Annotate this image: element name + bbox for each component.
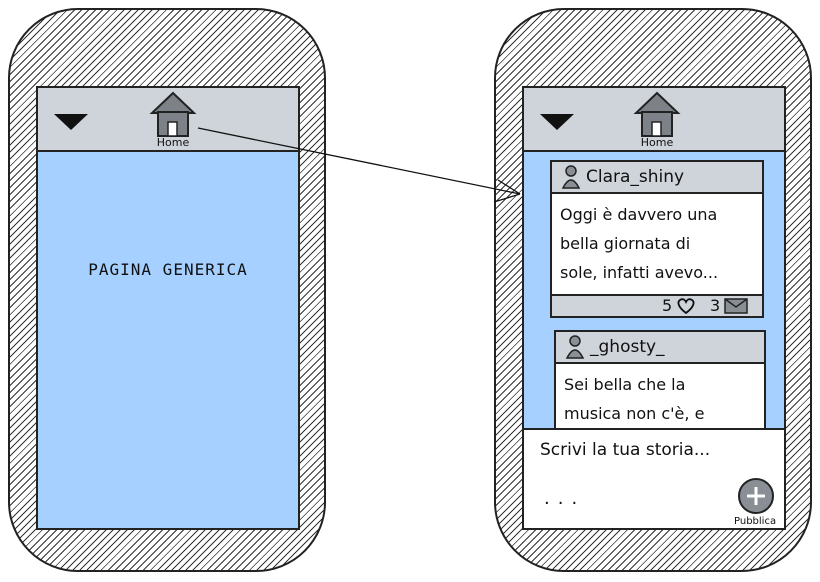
like-count: 5 bbox=[662, 296, 673, 315]
user-icon bbox=[561, 165, 581, 189]
post-text-line: musica non c'è, e bbox=[564, 404, 705, 423]
home-icon bbox=[633, 91, 681, 137]
dropdown-triangle-icon[interactable] bbox=[540, 114, 574, 130]
post-text-line: sole, infatti avevo... bbox=[560, 263, 719, 282]
publish-button[interactable] bbox=[738, 478, 774, 514]
right-phone-screen: Home Clara_shiny Oggi è davvero una bell… bbox=[522, 86, 786, 530]
user-icon bbox=[565, 335, 585, 359]
envelope-icon[interactable] bbox=[724, 297, 748, 315]
post-text-line: Oggi è davvero una bbox=[560, 205, 718, 224]
home-label: Home bbox=[640, 136, 674, 149]
post-header: _ghosty_ bbox=[556, 332, 764, 364]
left-phone-screen: Home PAGINA GENERICA bbox=[36, 86, 300, 530]
home-icon bbox=[149, 91, 197, 137]
post-footer: 5 3 bbox=[552, 294, 762, 316]
home-button[interactable]: Home bbox=[148, 90, 198, 152]
post-text: Sei bella che la musica non c'è, e bbox=[564, 370, 758, 428]
post-username[interactable]: _ghosty_ bbox=[590, 337, 665, 357]
generic-page-text: PAGINA GENERICA bbox=[88, 260, 248, 279]
left-top-bar: Home bbox=[38, 88, 298, 152]
post-header: Clara_shiny bbox=[552, 162, 762, 194]
comment-count: 3 bbox=[710, 296, 721, 315]
home-button[interactable]: Home bbox=[632, 90, 682, 152]
heart-icon[interactable] bbox=[676, 297, 696, 315]
post-card[interactable]: Clara_shiny Oggi è davvero una bella gio… bbox=[550, 160, 764, 318]
composer-placeholder[interactable]: Scrivi la tua storia... bbox=[540, 440, 710, 460]
post-text-line: bella giornata di bbox=[560, 234, 691, 253]
plus-icon bbox=[747, 487, 765, 505]
story-composer[interactable]: Scrivi la tua storia... ... Pubblica bbox=[524, 428, 784, 528]
home-label: Home bbox=[156, 136, 190, 149]
publish-label: Pubblica bbox=[734, 516, 777, 527]
dropdown-triangle-icon[interactable] bbox=[54, 114, 88, 130]
post-text: Oggi è davvero una bella giornata di sol… bbox=[560, 200, 756, 287]
right-top-bar: Home bbox=[524, 88, 784, 152]
composer-dots: ... bbox=[544, 488, 586, 509]
post-username[interactable]: Clara_shiny bbox=[586, 167, 684, 187]
post-text-line: Sei bella che la bbox=[564, 375, 686, 394]
